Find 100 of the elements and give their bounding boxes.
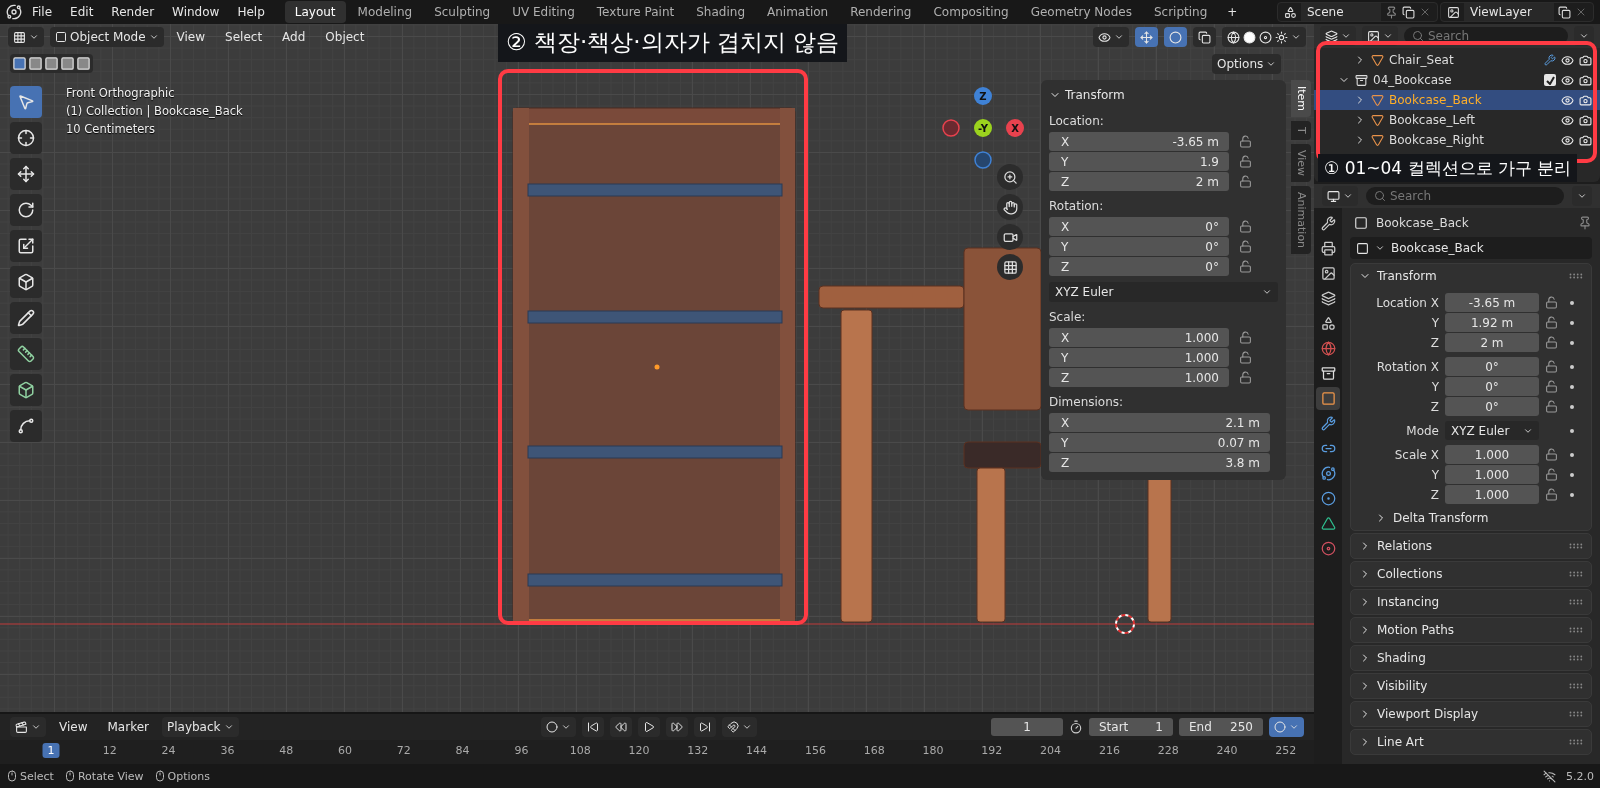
cursor-tool[interactable] (10, 122, 42, 154)
number-field[interactable]: Y 0.07 m (1049, 433, 1270, 452)
keyframe-dot-icon[interactable] (1570, 428, 1574, 433)
keyframe-dot-icon[interactable] (1570, 340, 1574, 345)
menu-item[interactable]: Window (164, 2, 228, 22)
panel-title[interactable]: Collections (1377, 567, 1443, 581)
selection-mode-icon[interactable] (60, 56, 75, 71)
unlock-icon[interactable] (1545, 448, 1558, 461)
number-field[interactable]: X 1.000 (1049, 328, 1229, 347)
keyframe-dot-icon[interactable] (1570, 452, 1574, 457)
negative-z-handle-icon[interactable] (974, 151, 992, 169)
camera-icon[interactable] (1579, 73, 1592, 87)
xray-button[interactable] (1193, 27, 1216, 47)
x-axis-handle[interactable]: X (1006, 119, 1024, 137)
measure-tool[interactable] (10, 338, 42, 370)
pin-icon[interactable] (1578, 216, 1592, 230)
overlay-button[interactable] (1164, 27, 1187, 47)
number-field[interactable]: X 0° (1049, 217, 1229, 236)
rotate-tool[interactable] (10, 194, 42, 226)
unlock-icon[interactable] (1239, 175, 1252, 188)
close-icon[interactable] (1419, 6, 1431, 18)
panel-title[interactable]: Viewport Display (1377, 707, 1479, 721)
grip-icon[interactable] (1569, 711, 1583, 717)
copy-icon[interactable] (1558, 5, 1571, 19)
add-workspace-button[interactable]: + (1219, 2, 1246, 22)
unlock-icon[interactable] (1239, 371, 1252, 384)
unlock-icon[interactable] (1545, 296, 1558, 309)
unlock-icon[interactable] (1545, 336, 1558, 349)
panel-title[interactable]: Transform (1065, 88, 1125, 102)
playback-dropdown[interactable]: Playback (161, 717, 239, 737)
camera-icon[interactable] (1579, 53, 1592, 67)
move-tool[interactable] (10, 158, 42, 190)
menu-item[interactable]: Select (218, 28, 270, 46)
number-field[interactable]: Z 2 m (1049, 172, 1229, 191)
number-field[interactable]: 1.000 (1445, 445, 1539, 464)
menu-item[interactable]: File (24, 2, 61, 22)
y-axis-handle[interactable]: -Y (974, 119, 992, 137)
grip-icon[interactable] (1569, 739, 1583, 745)
number-field[interactable]: Z 1.000 (1049, 368, 1229, 387)
eye-icon[interactable] (1561, 133, 1574, 147)
number-field[interactable]: 0° (1445, 377, 1539, 396)
transform-tool[interactable] (10, 266, 42, 298)
number-field[interactable]: 1.92 m (1445, 313, 1539, 332)
frame-number[interactable]: 1 (42, 743, 60, 758)
unlock-icon[interactable] (1545, 468, 1558, 481)
scene-selector[interactable]: Scene (1277, 2, 1438, 22)
workspace-tab[interactable]: Shading (686, 1, 755, 23)
menu-item[interactable]: View (52, 718, 95, 736)
workspace-tab[interactable]: Sculpting (424, 1, 501, 23)
workspace-tab[interactable]: Rendering (840, 1, 922, 23)
timer-icon[interactable] (1069, 720, 1083, 734)
workspace-tab[interactable]: UV Editing (502, 1, 585, 23)
editor-type-button[interactable] (1322, 186, 1358, 206)
shading-button[interactable] (1222, 27, 1306, 47)
grip-icon[interactable] (1569, 273, 1583, 279)
app-logo-icon[interactable] (6, 4, 22, 20)
workspace-tab[interactable]: Modeling (347, 1, 423, 23)
editor-type-button[interactable] (8, 27, 44, 47)
selection-mode-icon[interactable] (12, 56, 27, 71)
number-field[interactable]: Z 3.8 m (1049, 453, 1270, 472)
play-button[interactable] (637, 717, 660, 737)
panel-title[interactable]: Motion Paths (1377, 623, 1455, 637)
grip-icon[interactable] (1569, 683, 1583, 689)
unlock-icon[interactable] (1239, 351, 1252, 364)
number-field[interactable]: X -3.65 m (1049, 132, 1229, 151)
eye-icon[interactable] (1561, 53, 1574, 67)
keyframe-dot-icon[interactable] (1570, 300, 1574, 305)
unlock-icon[interactable] (1239, 240, 1252, 253)
sidebar-tab[interactable]: Item (1291, 80, 1311, 118)
panel-title[interactable]: Visibility (1377, 679, 1428, 693)
subpanel-title[interactable]: Delta Transform (1393, 511, 1489, 525)
mode-dropdown[interactable]: Object Mode (50, 27, 164, 47)
snap-button[interactable] (721, 717, 757, 737)
copy-icon[interactable] (1402, 5, 1415, 19)
keyframe-dot-icon[interactable] (1570, 492, 1574, 497)
workspace-tab[interactable]: Compositing (923, 1, 1019, 23)
negative-x-handle-icon[interactable] (942, 119, 960, 137)
checkbox[interactable] (1544, 74, 1556, 86)
menu-item[interactable]: Help (229, 2, 273, 22)
panel-title[interactable]: Transform (1377, 269, 1437, 283)
panel-title[interactable]: Instancing (1377, 595, 1440, 609)
keyframe-dot-icon[interactable] (1570, 404, 1574, 409)
sidebar-tab[interactable]: T (1291, 121, 1311, 140)
outliner-row[interactable]: Bookcase_Back (1314, 90, 1600, 110)
menu-item[interactable]: Object (318, 28, 372, 46)
editor-type-button[interactable] (10, 717, 46, 737)
workspace-tab[interactable]: Layout (284, 1, 346, 23)
number-field[interactable]: 2 m (1445, 333, 1539, 352)
unlock-icon[interactable] (1545, 360, 1558, 373)
outliner-row[interactable]: Bookcase_Left (1314, 110, 1600, 130)
workspace-tab[interactable]: Scripting (1143, 1, 1218, 23)
number-field[interactable]: 0° (1445, 357, 1539, 376)
annotate-tool[interactable] (10, 302, 42, 334)
workspace-tab[interactable]: Geometry Nodes (1020, 1, 1142, 23)
number-field[interactable]: X 2.1 m (1049, 413, 1270, 432)
outliner-row[interactable]: 04_Bookcase (1314, 70, 1600, 90)
close-icon[interactable] (1575, 6, 1587, 18)
unlock-icon[interactable] (1239, 155, 1252, 168)
unlock-icon[interactable] (1239, 331, 1252, 344)
options-button[interactable]: Options (1212, 54, 1282, 74)
